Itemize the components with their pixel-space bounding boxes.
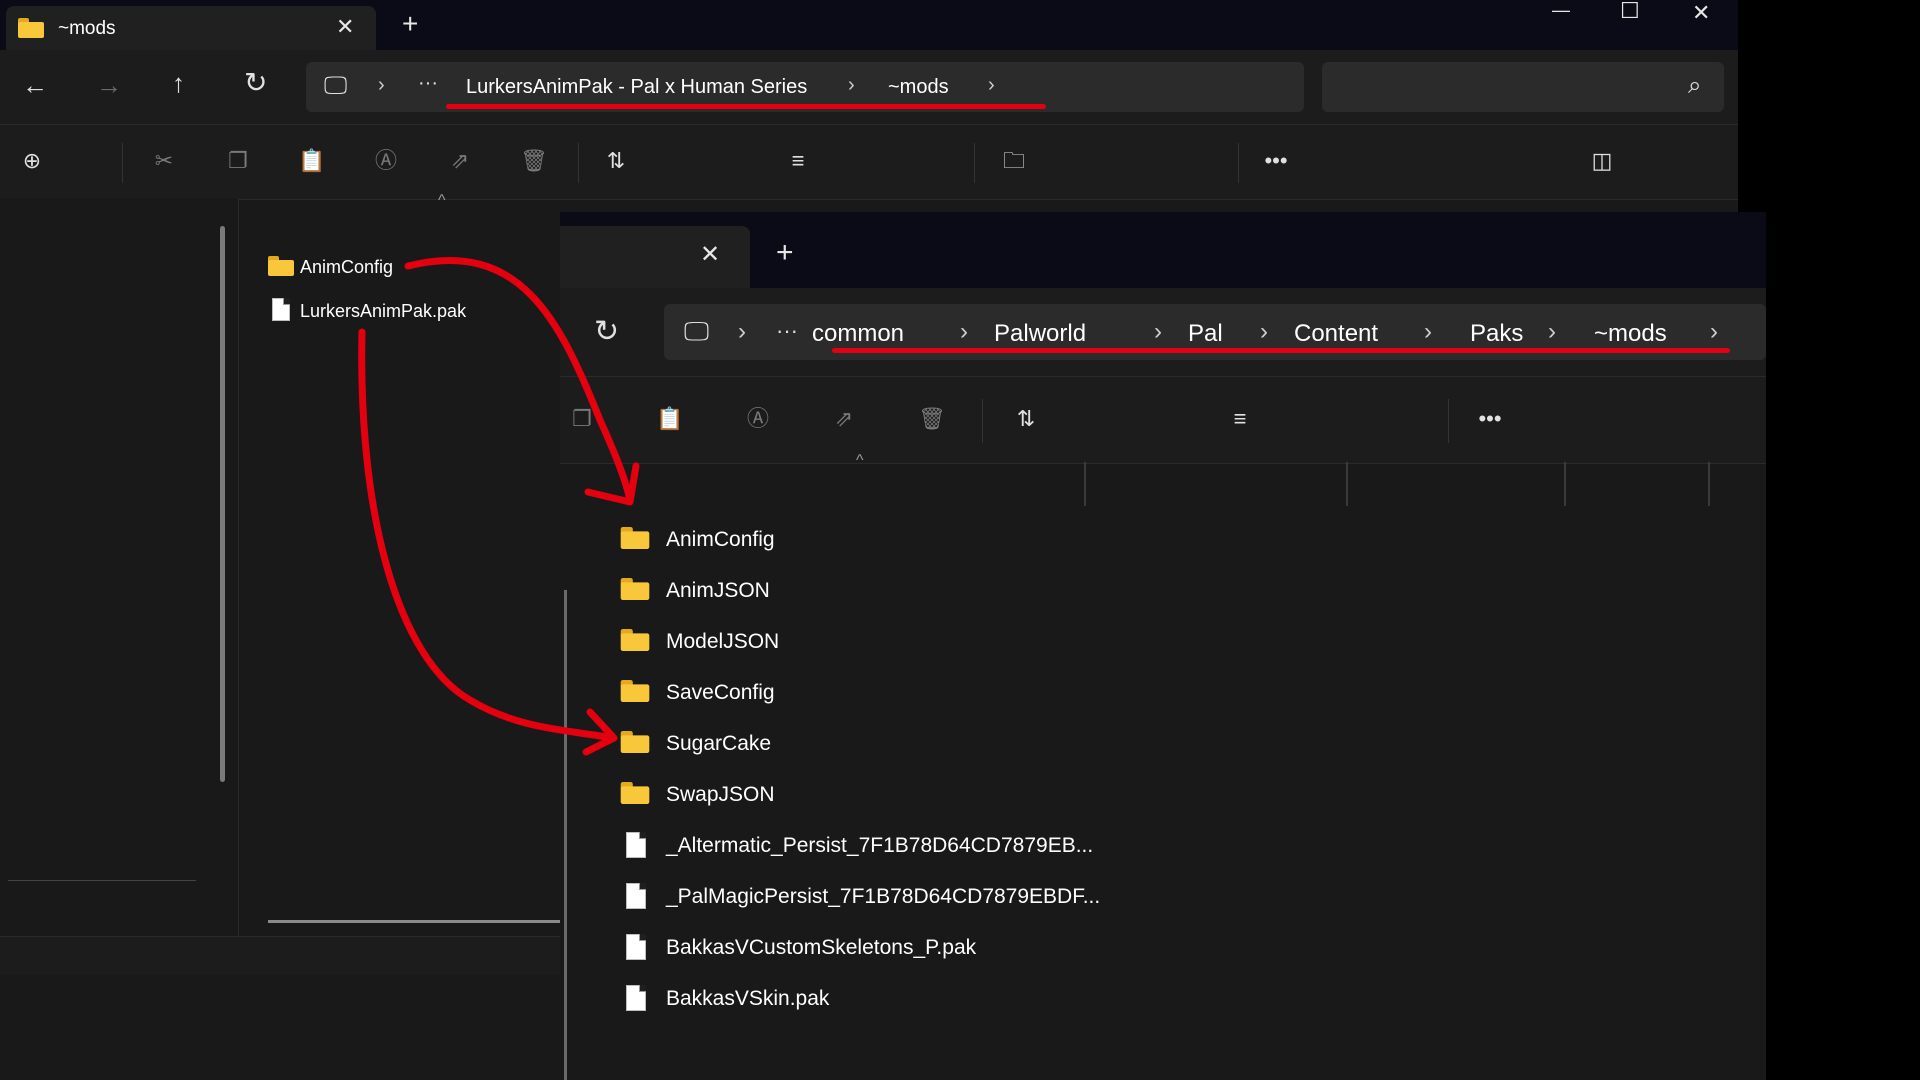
- arrow-pak: [358, 328, 616, 742]
- annotation-arrows: [358, 257, 640, 756]
- arrow-animconfig: [404, 257, 634, 504]
